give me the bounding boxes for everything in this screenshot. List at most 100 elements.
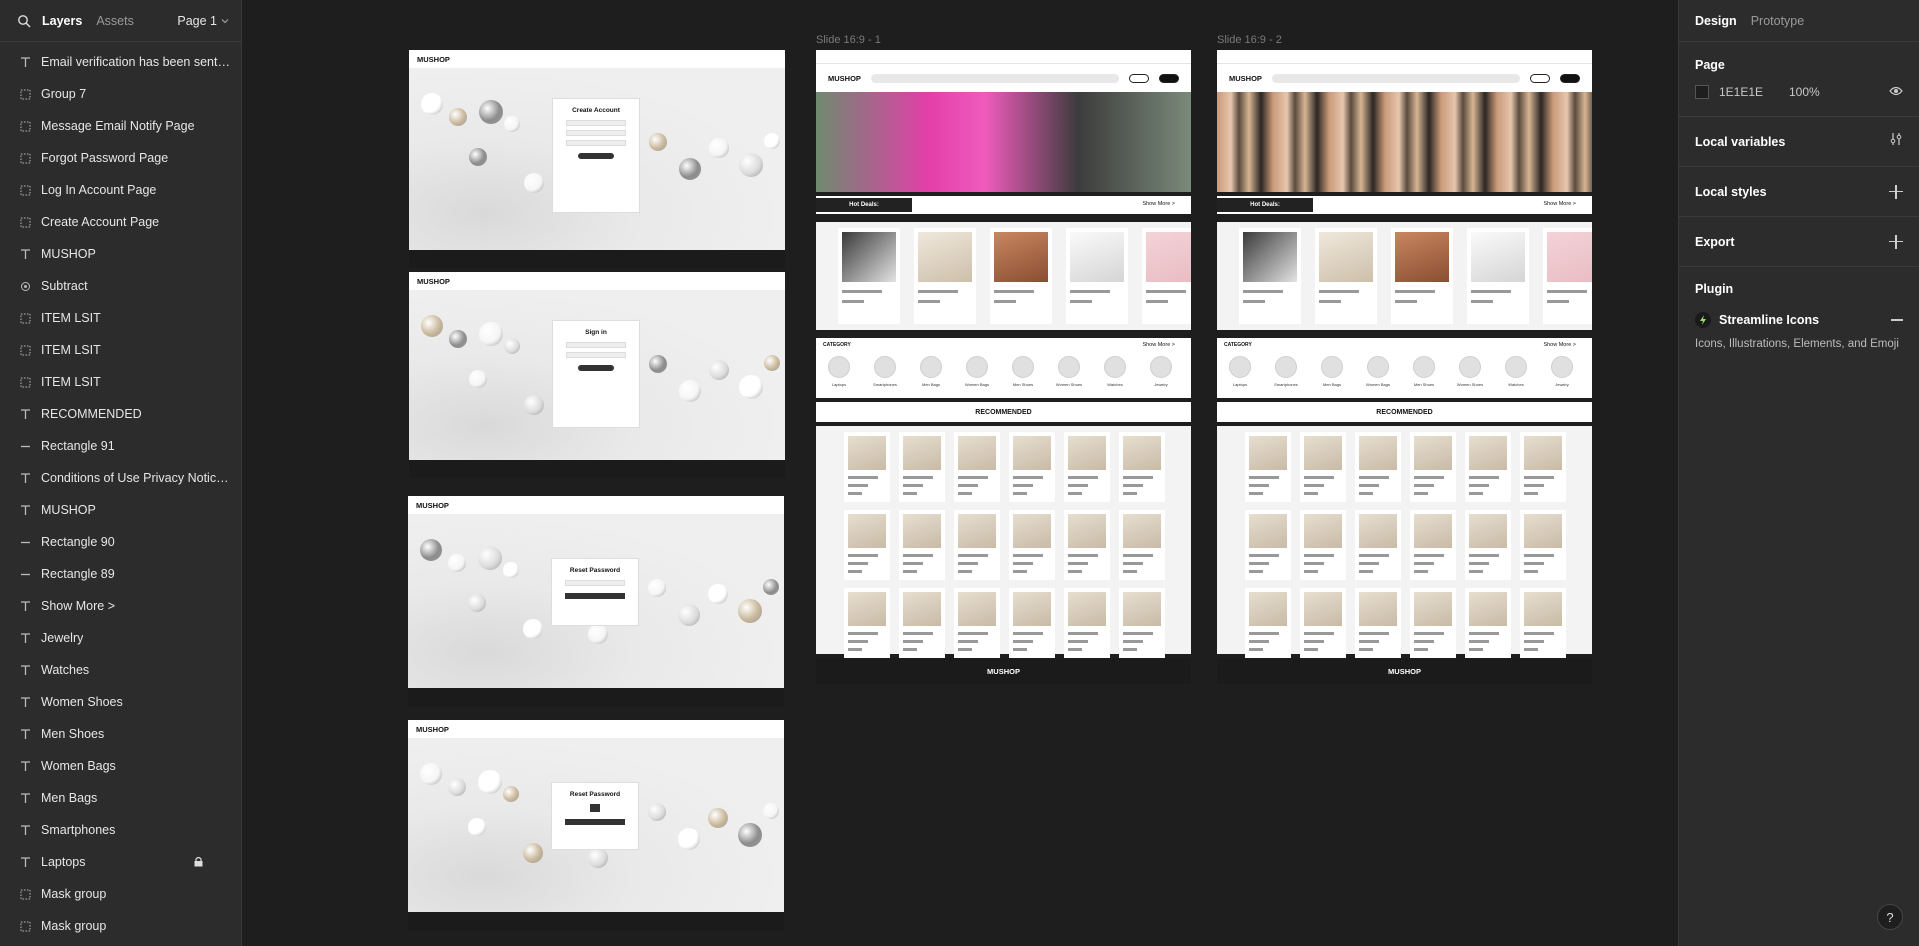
product-title-line [848, 484, 868, 487]
layer-item[interactable]: ITEM LSIT [0, 302, 241, 334]
plugin-name[interactable]: Streamline Icons [1719, 313, 1819, 327]
product-title-line [958, 554, 988, 557]
layers-header: Layers Assets Page 1 [0, 0, 241, 42]
forgot-password-frame[interactable]: MUSHOP Reset Password [408, 496, 784, 706]
layer-item[interactable]: RECOMMENDED [0, 398, 241, 430]
layer-item[interactable]: ITEM LSIT [0, 366, 241, 398]
product-image [1249, 514, 1287, 548]
design-canvas[interactable]: MUSHOP Create Account MUSHOP Sign in MUS… [243, 0, 1677, 946]
recommended-card [844, 588, 890, 658]
layer-item[interactable]: Rectangle 91 [0, 430, 241, 462]
layer-item[interactable]: Message Email Notify Page [0, 110, 241, 142]
slide-pill [1560, 73, 1580, 83]
recommended-card [1064, 510, 1110, 580]
product-image [1395, 232, 1449, 282]
color-swatch[interactable] [1695, 85, 1709, 99]
layer-item[interactable]: ITEM LSIT [0, 334, 241, 366]
page-color-row[interactable]: 1E1E1E 100% [1695, 72, 1903, 112]
product-image [1013, 436, 1051, 470]
recommended-grid [1217, 426, 1592, 658]
add-export-icon[interactable] [1889, 234, 1903, 249]
layer-item[interactable]: Mask group [0, 878, 241, 910]
variables-settings-icon[interactable] [1889, 132, 1903, 151]
slide-label[interactable]: Slide 16:9 - 2 [1217, 34, 1282, 46]
layer-item[interactable]: Women Bags [0, 750, 241, 782]
search-icon[interactable] [12, 9, 36, 33]
product-card [1142, 228, 1191, 324]
product-title-line [1068, 640, 1088, 643]
layer-item[interactable]: Smartphones [0, 814, 241, 846]
plugin-item[interactable]: Streamline Icons [1695, 312, 1903, 328]
line-layer-icon [18, 439, 32, 453]
product-title-line [903, 554, 933, 557]
layer-item[interactable]: Jewelry [0, 622, 241, 654]
product-price-line [1249, 570, 1263, 573]
tab-prototype[interactable]: Prototype [1751, 14, 1805, 28]
eye-icon[interactable] [1889, 83, 1903, 101]
recommended-card [1300, 510, 1346, 580]
layer-item[interactable]: Forgot Password Page [0, 142, 241, 174]
product-title-line [1249, 632, 1279, 635]
product-image [1359, 592, 1397, 626]
category-icon [1104, 356, 1126, 378]
email-notify-frame[interactable]: MUSHOP Reset Password [408, 720, 784, 930]
ornament-ball [479, 322, 503, 346]
text-layer-icon [18, 727, 32, 741]
ornament-ball [421, 93, 443, 115]
slide-1-frame[interactable]: MUSHOP Hot Deals: Show More > CATEGORY Show … [816, 50, 1191, 728]
layer-item[interactable]: Men Bags [0, 782, 241, 814]
help-button[interactable]: ? [1877, 904, 1903, 930]
layer-item[interactable]: Show More > [0, 590, 241, 622]
layer-item[interactable]: Log In Account Page [0, 174, 241, 206]
category-icon [1229, 356, 1251, 378]
ornament-ball [588, 624, 608, 644]
collapse-icon[interactable] [1891, 319, 1903, 321]
layer-item[interactable]: Laptops [0, 846, 241, 878]
lock-icon[interactable] [194, 856, 203, 867]
layer-item[interactable]: MUSHOP [0, 494, 241, 526]
layer-item[interactable]: Rectangle 90 [0, 526, 241, 558]
add-style-icon[interactable] [1889, 184, 1903, 199]
form-field [566, 120, 626, 126]
layer-item[interactable]: Rectangle 89 [0, 558, 241, 590]
product-title-line [1414, 554, 1444, 557]
color-hex[interactable]: 1E1E1E [1719, 85, 1789, 99]
ornament-ball [503, 562, 519, 578]
slide-label[interactable]: Slide 16:9 - 1 [816, 34, 881, 46]
category-row: CATEGORY Show More > Laptops Smartphones Men… [1217, 338, 1592, 398]
product-price-line [1068, 492, 1082, 495]
layer-item[interactable]: Watches [0, 654, 241, 686]
color-opacity[interactable]: 100% [1789, 85, 1820, 99]
ornament-ball [678, 604, 700, 626]
ornament-ball [449, 330, 467, 348]
product-title-line [1524, 640, 1544, 643]
layer-label: ITEM LSIT [41, 311, 101, 325]
layer-item[interactable]: Men Shoes [0, 718, 241, 750]
product-image [1013, 592, 1051, 626]
tab-layers[interactable]: Layers [42, 14, 82, 28]
form-button [578, 365, 614, 371]
tab-design[interactable]: Design [1695, 14, 1737, 28]
layer-item[interactable]: Mask group [0, 910, 241, 942]
slide-2-frame[interactable]: MUSHOP Hot Deals: Show More > CATEGORY Show … [1217, 50, 1592, 728]
layer-item[interactable]: Subtract [0, 270, 241, 302]
layer-item[interactable]: Email verification has been sent to... [0, 46, 241, 78]
layer-item[interactable]: Create Account Page [0, 206, 241, 238]
layer-item[interactable]: MUSHOP [0, 238, 241, 270]
layer-item[interactable]: Group 7 [0, 78, 241, 110]
page-selector[interactable]: Page 1 [177, 14, 229, 28]
product-image [1243, 232, 1297, 282]
product-image [994, 232, 1048, 282]
recommended-card [1520, 432, 1566, 502]
layer-item[interactable]: Women Shoes [0, 686, 241, 718]
sign-in-frame[interactable]: MUSHOP Sign in [409, 272, 785, 478]
hot-deals-label: Hot Deals: [816, 198, 912, 212]
export-title: Export [1695, 234, 1735, 249]
create-account-frame[interactable]: MUSHOP Create Account [409, 50, 785, 268]
frame-brand: MUSHOP [409, 272, 785, 290]
category-icon [1150, 356, 1172, 378]
layer-label: Rectangle 91 [41, 439, 115, 453]
layer-item[interactable]: Conditions of Use Privacy Notice I... [0, 462, 241, 494]
tab-assets[interactable]: Assets [96, 14, 134, 28]
ornament-ball [679, 158, 701, 180]
